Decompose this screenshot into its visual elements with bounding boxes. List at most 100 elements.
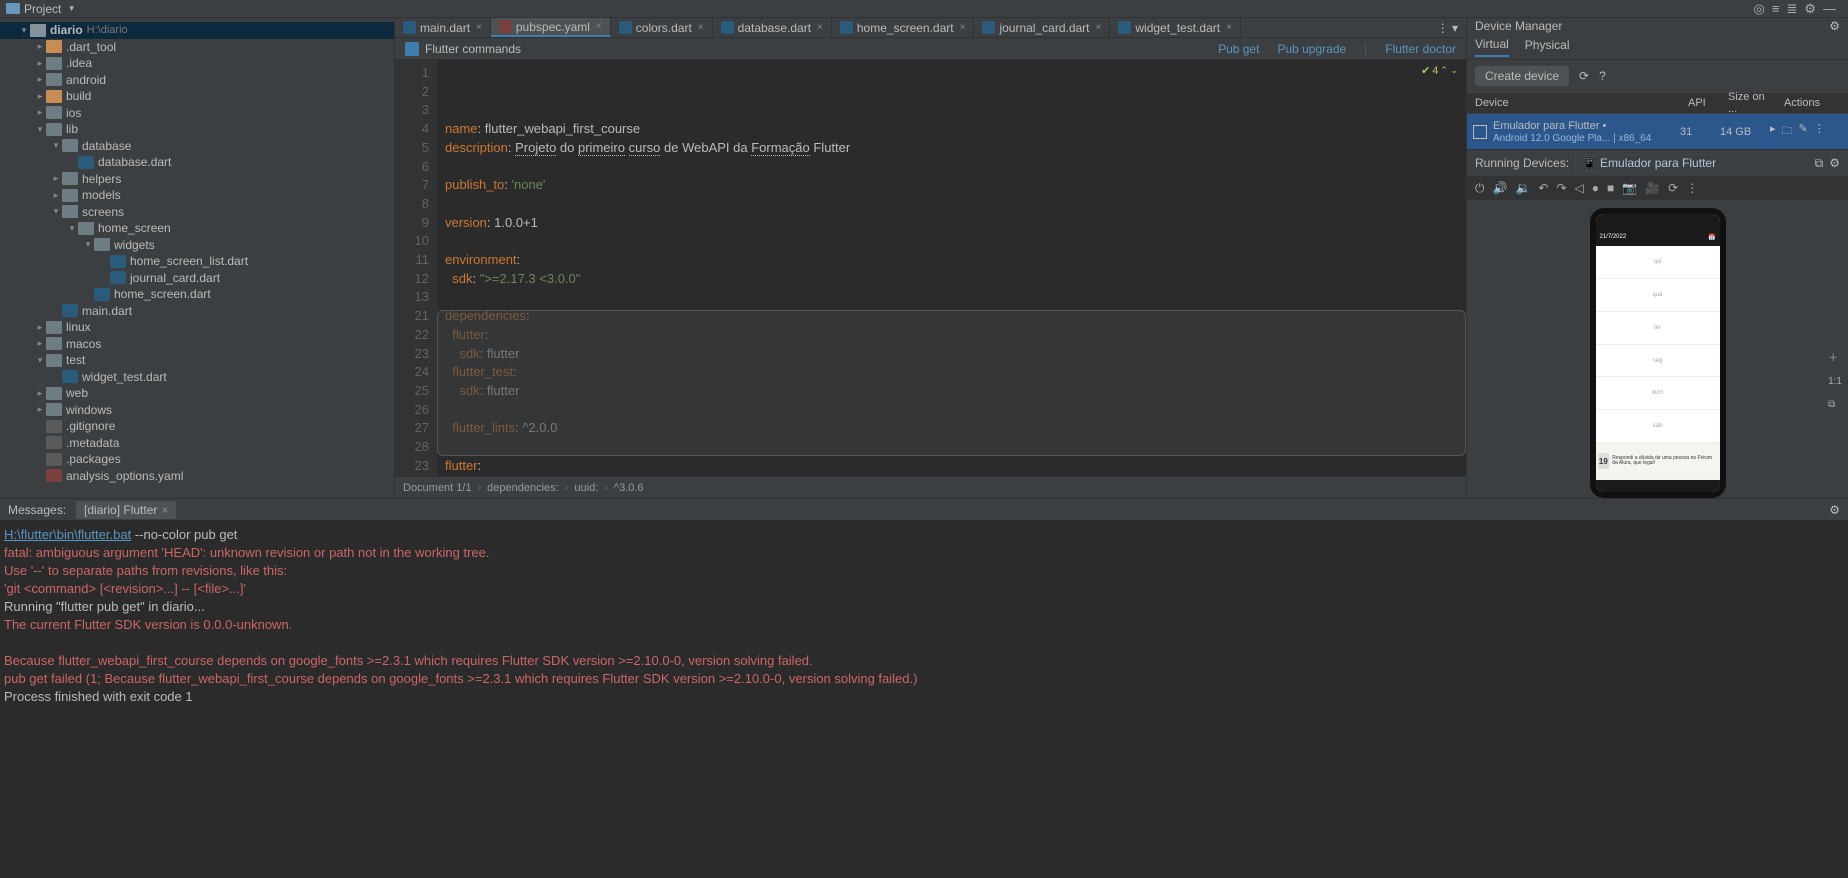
tree-item[interactable]: ▸windows xyxy=(0,402,394,419)
tree-item[interactable]: home_screen.dart xyxy=(0,286,394,303)
tree-item[interactable]: .packages xyxy=(0,451,394,468)
overview-icon[interactable]: ■ xyxy=(1607,181,1614,196)
window-icon[interactable]: ⧉ xyxy=(1815,156,1824,171)
rotate-right-icon[interactable]: ↷ xyxy=(1556,181,1566,196)
tree-item[interactable]: .gitignore xyxy=(0,418,394,435)
editor-tab[interactable]: journal_card.dart× xyxy=(974,18,1110,37)
close-icon[interactable]: × xyxy=(960,22,966,33)
close-icon[interactable]: × xyxy=(1226,22,1232,33)
tree-item[interactable]: ▾home_screen xyxy=(0,220,394,237)
gear-icon[interactable]: ⚙ xyxy=(1804,1,1816,17)
close-icon[interactable]: × xyxy=(596,21,602,32)
col-actions[interactable]: Actions xyxy=(1776,97,1848,109)
close-icon[interactable]: × xyxy=(817,22,823,33)
col-api[interactable]: API xyxy=(1680,97,1720,109)
tree-item[interactable]: ▾diarioH:\diario xyxy=(0,22,394,39)
project-dropdown[interactable]: Project ▾ xyxy=(6,2,74,16)
tree-item[interactable]: ▾database xyxy=(0,138,394,155)
editor-tab[interactable]: pubspec.yaml× xyxy=(491,18,611,37)
breadcrumb-1[interactable]: dependencies: xyxy=(487,482,559,494)
tree-item[interactable]: ▾test xyxy=(0,352,394,369)
minimize-icon[interactable]: — xyxy=(1823,1,1836,17)
day-card[interactable]: 19Respondi a dúvida de uma pessoa no Fór… xyxy=(1596,443,1720,480)
play-icon[interactable]: ▸ xyxy=(1770,122,1776,141)
phone-frame[interactable]: 21/7/2022📅 quiquatersegdomsáb19Respondi … xyxy=(1590,208,1726,498)
tree-item[interactable]: ▸linux xyxy=(0,319,394,336)
tree-item[interactable]: ▾widgets xyxy=(0,237,394,254)
gear-icon[interactable]: ⚙ xyxy=(1829,503,1840,517)
refresh-icon[interactable]: ⟳ xyxy=(1579,69,1589,83)
tree-item[interactable]: ▸models xyxy=(0,187,394,204)
breadcrumb-doc[interactable]: Document 1/1 xyxy=(403,482,471,494)
tree-item[interactable]: ▸android xyxy=(0,72,394,89)
editor-tab[interactable]: widget_test.dart× xyxy=(1110,18,1241,37)
col-device[interactable]: Device xyxy=(1467,97,1680,109)
back-icon[interactable]: ◁ xyxy=(1575,181,1584,196)
editor-tab[interactable]: main.dart× xyxy=(395,18,491,37)
home-icon[interactable]: ● xyxy=(1592,181,1599,196)
tree-item[interactable]: ▾lib xyxy=(0,121,394,138)
close-icon[interactable]: × xyxy=(1096,22,1102,33)
day-card[interactable]: qua xyxy=(1596,279,1720,312)
close-icon[interactable]: × xyxy=(698,22,704,33)
flutter-doctor-link[interactable]: Flutter doctor xyxy=(1385,42,1456,56)
device-row[interactable]: Emulador para Flutter • Android 12.0 Goo… xyxy=(1467,114,1848,149)
day-card[interactable]: seg xyxy=(1596,345,1720,378)
create-device-button[interactable]: Create device xyxy=(1475,66,1569,86)
messages-tab[interactable]: [diario] Flutter × xyxy=(76,501,176,519)
day-card[interactable]: ter xyxy=(1596,312,1720,345)
breadcrumb-3[interactable]: ^3.0.6 xyxy=(614,482,644,494)
tree-item[interactable]: ▾screens xyxy=(0,204,394,221)
tree-item[interactable]: journal_card.dart xyxy=(0,270,394,287)
tree-item[interactable]: database.dart xyxy=(0,154,394,171)
snapshot-icon[interactable]: ⟳ xyxy=(1668,181,1678,196)
editor-tab[interactable]: database.dart× xyxy=(713,18,832,37)
col-size[interactable]: Size on ... xyxy=(1720,91,1776,115)
zoom-reset-icon[interactable]: 1:1 xyxy=(1828,376,1842,387)
pub-get-link[interactable]: Pub get xyxy=(1218,42,1259,56)
tree-item[interactable]: ▸.idea xyxy=(0,55,394,72)
close-icon[interactable]: × xyxy=(161,503,168,517)
tree-item[interactable]: ▸macos xyxy=(0,336,394,353)
volume-down-icon[interactable]: 🔉 xyxy=(1515,181,1530,196)
target-icon[interactable]: ◎ xyxy=(1754,1,1765,17)
expand-icon[interactable]: ≡ xyxy=(1772,1,1780,17)
tab-virtual[interactable]: Virtual xyxy=(1475,37,1509,57)
zoom-fit-icon[interactable]: ⧉ xyxy=(1828,399,1842,410)
camera-icon[interactable]: 📷 xyxy=(1622,181,1637,196)
tab-physical[interactable]: Physical xyxy=(1525,38,1570,56)
gear-icon[interactable]: ⚙ xyxy=(1829,156,1840,171)
gear-icon[interactable]: ⚙ xyxy=(1829,19,1840,33)
day-card[interactable]: dom xyxy=(1596,377,1720,410)
tree-item[interactable]: analysis_options.yaml xyxy=(0,468,394,485)
tree-item[interactable]: main.dart xyxy=(0,303,394,320)
code-content[interactable]: name: flutter_webapi_first_coursedescrip… xyxy=(437,60,1466,476)
folder-icon[interactable]: 🗀 xyxy=(1782,122,1793,141)
rotate-left-icon[interactable]: ↶ xyxy=(1538,181,1548,196)
close-icon[interactable]: × xyxy=(476,22,482,33)
editor-tab[interactable]: colors.dart× xyxy=(611,18,713,37)
zoom-in-icon[interactable]: ＋ xyxy=(1828,349,1842,364)
power-icon[interactable]: ⏻ xyxy=(1475,181,1485,196)
record-icon[interactable]: 🎥 xyxy=(1645,181,1660,196)
day-card[interactable]: qui xyxy=(1596,246,1720,279)
tabs-overflow[interactable]: ⋮ ▾ xyxy=(1429,21,1466,35)
more-icon[interactable]: ⋮ xyxy=(1814,122,1825,141)
edit-icon[interactable]: ✎ xyxy=(1799,122,1808,141)
messages-terminal[interactable]: H:\flutter\bin\flutter.bat --no-color pu… xyxy=(0,520,1848,878)
help-icon[interactable]: ? xyxy=(1599,69,1606,83)
collapse-icon[interactable]: ≣ xyxy=(1786,1,1797,17)
breadcrumb-2[interactable]: uuid: xyxy=(574,482,598,494)
tree-item[interactable]: home_screen_list.dart xyxy=(0,253,394,270)
tree-item[interactable]: ▸ios xyxy=(0,105,394,122)
code-editor[interactable]: ✔4⌃ ⌄ 1234567891011121321222324252627282… xyxy=(395,60,1466,476)
tree-item[interactable]: .metadata xyxy=(0,435,394,452)
pub-upgrade-link[interactable]: Pub upgrade xyxy=(1277,42,1346,56)
volume-up-icon[interactable]: 🔊 xyxy=(1493,181,1508,196)
running-device-tab[interactable]: 📱 Emulador para Flutter xyxy=(1575,154,1723,172)
more-icon[interactable]: ⋮ xyxy=(1686,181,1698,196)
tree-item[interactable]: ▸.dart_tool xyxy=(0,39,394,56)
tree-item[interactable]: ▸helpers xyxy=(0,171,394,188)
day-card[interactable]: sáb xyxy=(1596,410,1720,443)
editor-tab[interactable]: home_screen.dart× xyxy=(832,18,975,37)
